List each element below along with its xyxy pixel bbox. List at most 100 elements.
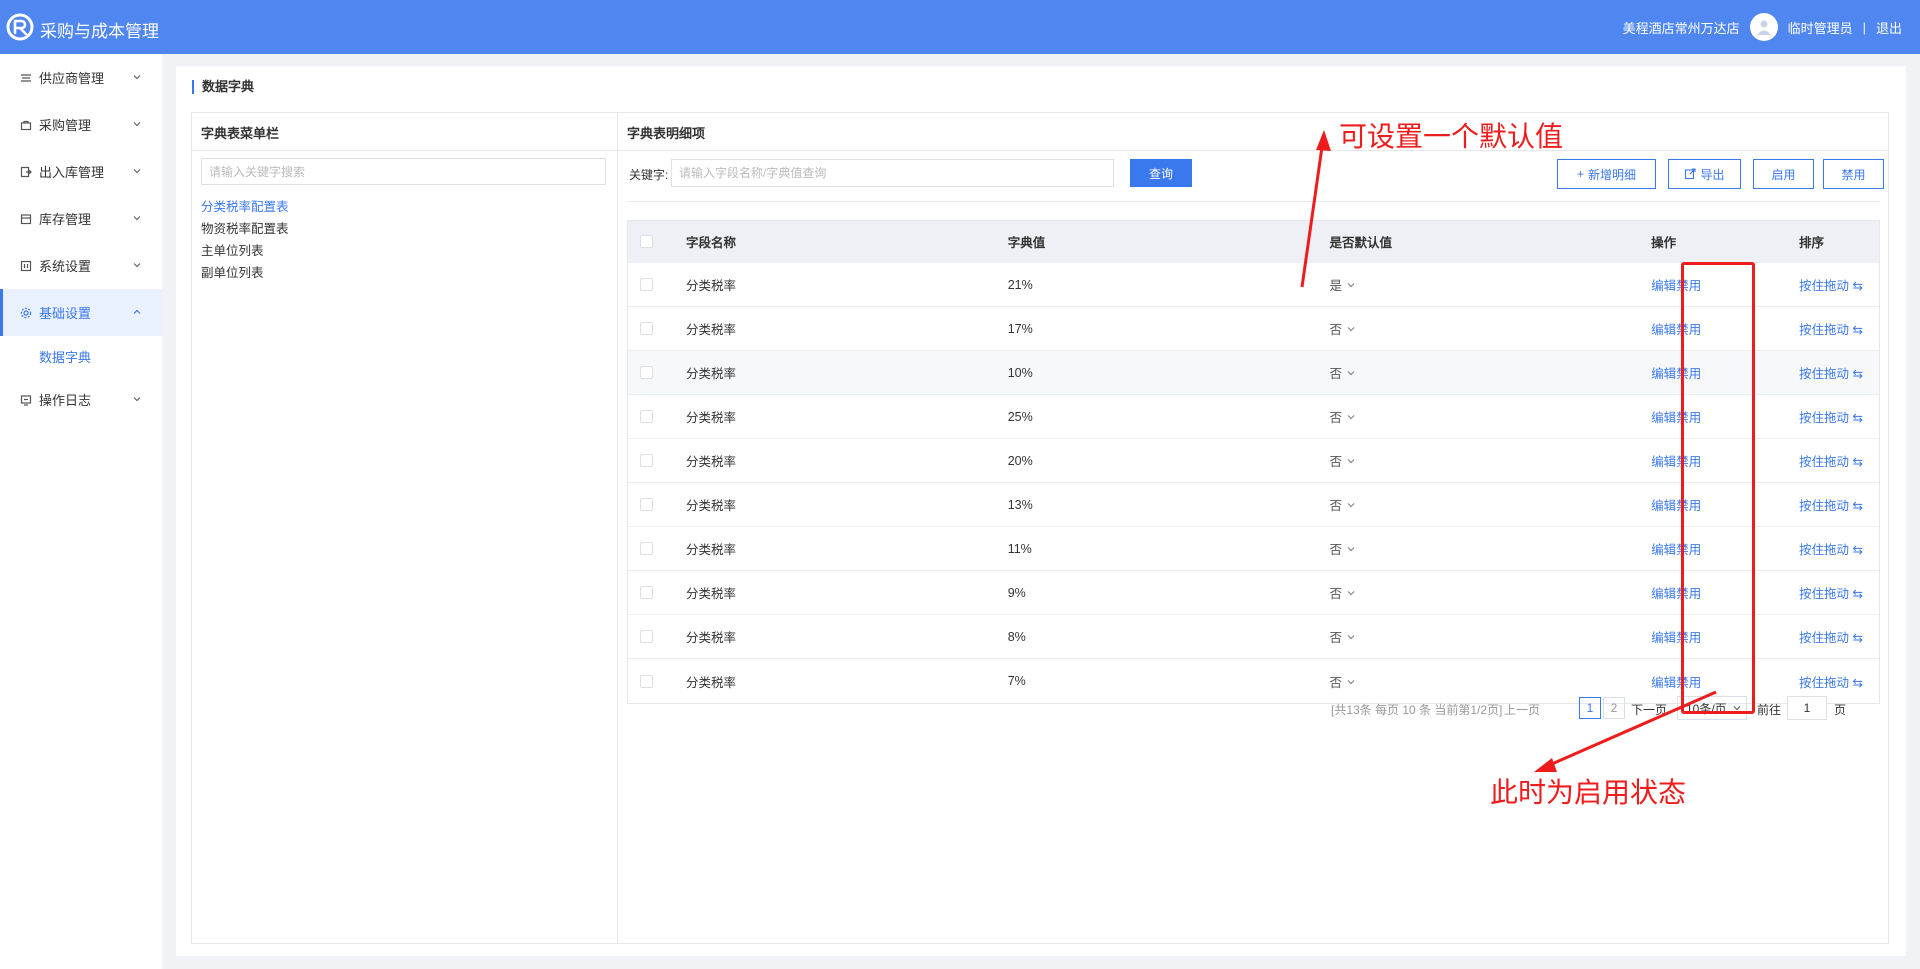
- page-1-button[interactable]: 1: [1579, 697, 1601, 719]
- default-select-value: 否: [1329, 499, 1342, 513]
- avatar[interactable]: [1749, 13, 1778, 41]
- column-header-actions: 操作: [1651, 236, 1677, 250]
- default-select[interactable]: 否: [1329, 631, 1356, 645]
- row-checkbox[interactable]: [640, 630, 653, 643]
- edit-link[interactable]: 编辑: [1651, 411, 1676, 425]
- drag-sort-handle[interactable]: 按住拖动 ⇆: [1799, 631, 1863, 645]
- drag-sort-handle[interactable]: 按住拖动 ⇆: [1799, 676, 1863, 690]
- row-checkbox[interactable]: [640, 542, 653, 555]
- edit-link[interactable]: 编辑: [1651, 543, 1676, 557]
- column-header-sort: 排序: [1799, 236, 1825, 250]
- drag-sort-handle[interactable]: 按住拖动 ⇆: [1799, 455, 1863, 469]
- add-detail-button[interactable]: + 新增明细: [1557, 159, 1656, 189]
- menu-item-material-tax[interactable]: 物资税率配置表: [201, 218, 289, 240]
- field-name-cell: 分类税率: [685, 543, 736, 557]
- sidebar-item-purchase[interactable]: 采购管理: [0, 101, 162, 148]
- field-name-cell: 分类税率: [685, 499, 736, 513]
- chevron-down-icon: [133, 263, 141, 268]
- edit-link[interactable]: 编辑: [1651, 499, 1676, 513]
- keyword-search-input[interactable]: [671, 159, 1114, 187]
- query-button[interactable]: 查询: [1130, 159, 1192, 187]
- drag-handle-icon: ⇆: [1849, 543, 1864, 557]
- default-select[interactable]: 否: [1329, 411, 1356, 425]
- row-checkbox[interactable]: [640, 322, 653, 335]
- row-checkbox[interactable]: [640, 674, 653, 688]
- menu-panel-title: 字典表菜单栏: [201, 126, 280, 141]
- field-name-cell: 分类税率: [685, 675, 736, 690]
- sidebar-item-supplier[interactable]: 供应商管理: [0, 54, 162, 101]
- select-all-checkbox[interactable]: [640, 235, 653, 248]
- drag-sort-label: 按住拖动: [1799, 411, 1850, 425]
- sidebar-item-log[interactable]: 操作日志: [0, 376, 162, 423]
- field-name-cell: 分类税率: [685, 631, 736, 645]
- dict-value-cell: 10%: [1007, 365, 1033, 380]
- chevron-down-icon: [133, 397, 141, 402]
- menu-item-main-unit[interactable]: 主单位列表: [201, 240, 289, 262]
- drag-sort-handle[interactable]: 按住拖动 ⇆: [1799, 323, 1863, 337]
- edit-link[interactable]: 编辑: [1651, 631, 1676, 645]
- settings-panel-icon: [20, 260, 32, 272]
- drag-sort-handle[interactable]: 按住拖动 ⇆: [1799, 587, 1863, 601]
- menu-item-sub-unit[interactable]: 副单位列表: [201, 262, 289, 284]
- prev-page-button[interactable]: 上一页: [1504, 701, 1540, 718]
- drag-handle-icon: ⇆: [1849, 631, 1864, 645]
- drag-sort-handle[interactable]: 按住拖动 ⇆: [1799, 367, 1863, 381]
- edit-link[interactable]: 编辑: [1651, 323, 1676, 337]
- page-2-button[interactable]: 2: [1603, 697, 1625, 719]
- menu-search-input[interactable]: [201, 158, 606, 185]
- user-icon: [1756, 20, 1771, 35]
- gear-icon: [20, 307, 32, 319]
- dict-value-cell: 17%: [1007, 321, 1033, 336]
- default-select[interactable]: 否: [1329, 676, 1356, 690]
- drag-sort-handle[interactable]: 按住拖动 ⇆: [1799, 499, 1863, 513]
- drag-handle-icon: ⇆: [1849, 587, 1864, 601]
- sidebar-item-basic[interactable]: 基础设置: [0, 289, 162, 336]
- row-checkbox[interactable]: [640, 586, 653, 599]
- sidebar-subitem-dictionary[interactable]: 数据字典: [0, 336, 162, 376]
- menu-item-category-tax[interactable]: 分类税率配置表: [201, 196, 289, 218]
- edit-link[interactable]: 编辑: [1651, 367, 1676, 381]
- supplier-icon: [20, 72, 32, 84]
- default-select-value: 否: [1329, 367, 1342, 381]
- edit-link[interactable]: 编辑: [1651, 676, 1676, 690]
- user-name: 临时管理员: [1787, 20, 1853, 36]
- chevron-down-icon: [1347, 679, 1355, 684]
- drag-sort-handle[interactable]: 按住拖动 ⇆: [1799, 411, 1863, 425]
- inventory-icon: [20, 213, 32, 225]
- field-name-cell: 分类税率: [685, 279, 736, 293]
- default-select[interactable]: 否: [1329, 499, 1356, 513]
- sidebar-item-inout[interactable]: 出入库管理: [0, 148, 162, 195]
- drag-sort-label: 按住拖动: [1799, 323, 1850, 337]
- dict-value-cell: 13%: [1007, 497, 1033, 512]
- edit-link[interactable]: 编辑: [1651, 455, 1676, 469]
- drag-sort-label: 按住拖动: [1799, 367, 1850, 381]
- drag-sort-handle[interactable]: 按住拖动 ⇆: [1799, 279, 1863, 293]
- default-select-value: 否: [1329, 675, 1342, 690]
- disable-button[interactable]: 禁用: [1823, 159, 1884, 189]
- sidebar-item-system[interactable]: 系统设置: [0, 242, 162, 289]
- row-checkbox[interactable]: [640, 366, 653, 379]
- goto-page-input[interactable]: [1787, 696, 1827, 720]
- row-checkbox[interactable]: [640, 410, 653, 423]
- enable-button[interactable]: 启用: [1753, 159, 1814, 189]
- default-select[interactable]: 否: [1329, 455, 1356, 469]
- sidebar-item-inventory[interactable]: 库存管理: [0, 195, 162, 242]
- default-select[interactable]: 否: [1329, 367, 1356, 381]
- default-select[interactable]: 否: [1329, 323, 1356, 337]
- row-checkbox[interactable]: [640, 278, 653, 291]
- row-checkbox[interactable]: [640, 454, 653, 467]
- logout-link[interactable]: 退出: [1876, 18, 1902, 37]
- row-checkbox[interactable]: [640, 498, 653, 511]
- drag-sort-label: 按住拖动: [1799, 455, 1850, 469]
- default-select[interactable]: 否: [1329, 587, 1356, 601]
- sidebar-item-label: 出入库管理: [39, 165, 105, 180]
- default-select[interactable]: 否: [1329, 543, 1356, 557]
- edit-link[interactable]: 编辑: [1651, 587, 1676, 601]
- edit-link[interactable]: 编辑: [1651, 279, 1676, 293]
- drag-sort-handle[interactable]: 按住拖动 ⇆: [1799, 543, 1863, 557]
- next-page-button[interactable]: 下一页: [1631, 701, 1667, 718]
- default-select[interactable]: 是: [1329, 279, 1356, 293]
- export-button[interactable]: 导出: [1668, 159, 1741, 189]
- dictionary-menu-panel: 字典表菜单栏 分类税率配置表 物资税率配置表 主单位列表 副单位列表: [191, 112, 617, 944]
- chevron-down-icon: [133, 122, 141, 127]
